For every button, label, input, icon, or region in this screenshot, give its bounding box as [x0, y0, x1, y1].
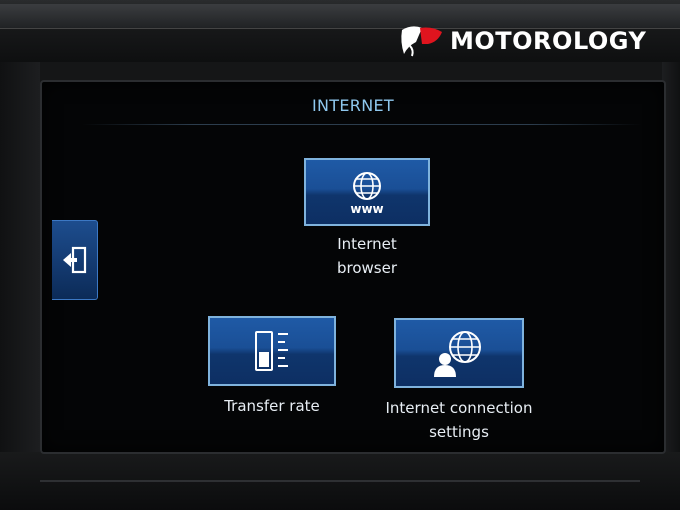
globe-www-icon: www — [350, 172, 384, 216]
tile-label-line: Internet connection — [385, 399, 533, 417]
internet-connection-settings-label: Internet connection settings — [349, 396, 569, 444]
globe-user-icon — [434, 331, 481, 377]
page-title: INTERNET — [312, 96, 394, 115]
tile-label-line: Internet — [337, 235, 397, 253]
infotainment-screen: INTERNET www Internet browser Transfer r… — [40, 80, 666, 454]
internet-browser-label: Internet browser — [267, 232, 467, 280]
transfer-rate-gauge-icon — [255, 331, 288, 371]
back-exit-icon — [62, 246, 86, 274]
svg-text:www: www — [350, 202, 383, 216]
tile-label-line: Transfer rate — [224, 397, 320, 415]
internet-browser-button[interactable]: www — [304, 158, 430, 226]
motorology-logo-mark — [401, 26, 442, 57]
dashboard-bezel-left — [0, 62, 40, 510]
internet-connection-settings-button[interactable] — [394, 318, 524, 388]
back-button[interactable] — [52, 220, 98, 300]
tile-label-line: browser — [336, 259, 397, 277]
title-divider — [82, 124, 642, 125]
dashboard-trim-line — [40, 480, 640, 482]
transfer-rate-label: Transfer rate — [172, 394, 372, 418]
tile-label-line: settings — [429, 423, 489, 441]
watermark-text: MOTOROLOGY — [450, 27, 647, 55]
watermark-logo: MOTOROLOGY — [398, 24, 646, 58]
transfer-rate-button[interactable] — [208, 316, 336, 386]
